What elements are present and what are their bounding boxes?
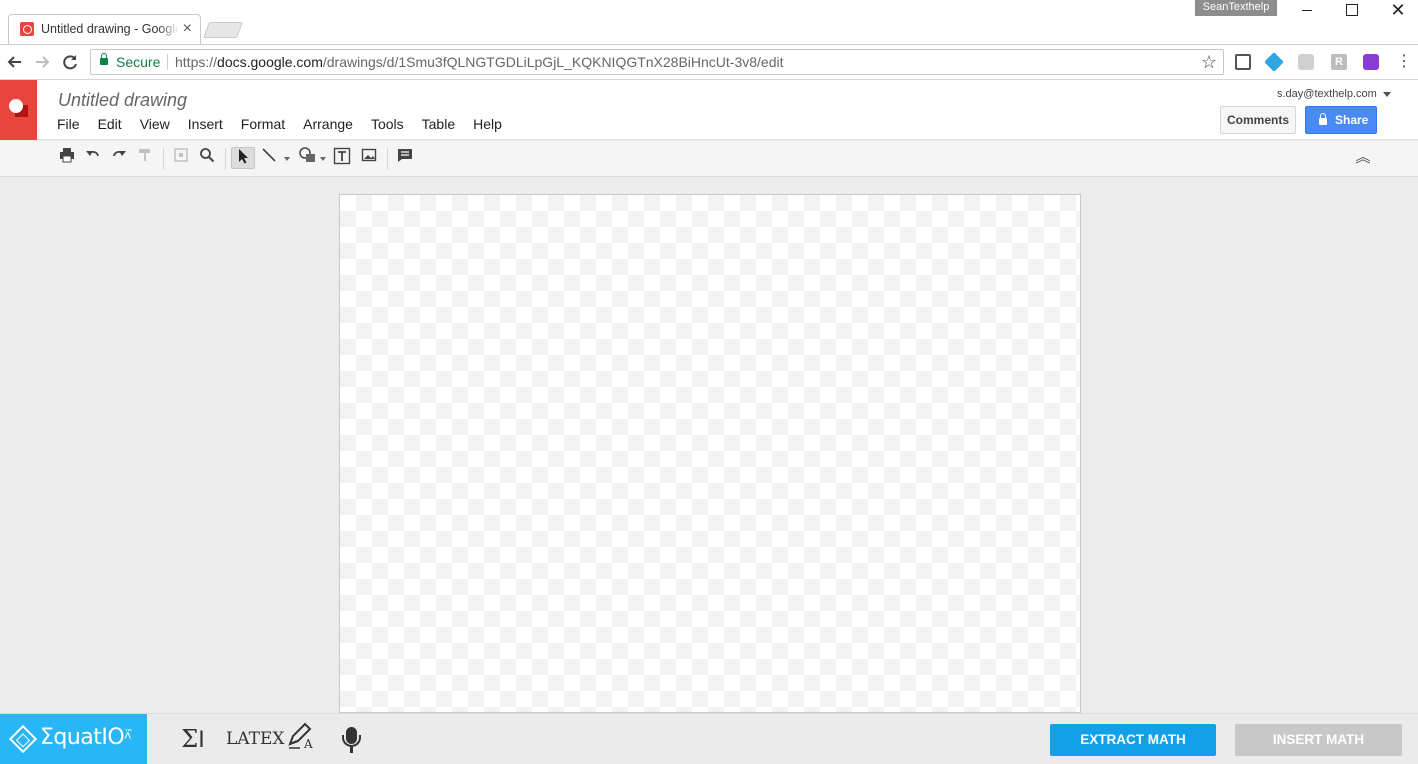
menu-format[interactable]: Format [232,115,294,135]
browser-tabstrip: Untitled drawing - Google Drawings × Sea… [0,0,1418,44]
line-dropdown-caret-icon[interactable] [284,157,290,161]
maximize-icon[interactable] [1329,0,1375,22]
redo-icon[interactable] [107,147,131,169]
menu-insert[interactable]: Insert [179,115,232,135]
comment-icon[interactable] [393,147,417,169]
cast-icon[interactable] [1235,54,1251,70]
toolbar-divider [163,148,164,170]
speech-input-icon[interactable] [338,722,366,756]
math-input-icon[interactable]: ΣI [178,722,208,756]
browser-menu-icon[interactable]: ⋮ [1396,52,1412,72]
extract-math-button[interactable]: EXTRACT MATH [1050,724,1216,756]
reload-icon[interactable] [59,51,81,73]
menu-tools[interactable]: Tools [362,115,413,135]
equatio-brand: ΣquatIO™ [40,725,133,750]
browser-tab[interactable]: Untitled drawing - Google Drawings × [8,14,201,44]
share-button[interactable]: Share [1305,106,1377,134]
zoom-fit-icon[interactable] [169,147,193,169]
minimize-icon[interactable] [1284,0,1330,22]
url-scheme: https:// [175,54,218,70]
forward-arrow-icon[interactable] [31,51,53,73]
url-text[interactable]: https://docs.google.com/drawings/d/1Smu3… [175,54,784,70]
extension-r-icon[interactable]: R [1331,54,1347,70]
workspace [0,178,1418,713]
document-title[interactable]: Untitled drawing [58,90,187,111]
extension-grey-icon[interactable] [1298,54,1314,70]
window-close-icon[interactable]: ✕ [1375,0,1418,22]
equatio-caret-icon: ˄ [124,728,132,743]
paint-format-icon[interactable] [133,147,157,169]
equatio-toolbar: ΣquatIO™ ˄ ΣI LATEX A EXTRACT MATH INSER… [0,713,1418,764]
select-cursor-icon[interactable] [231,147,255,169]
url-path: /drawings/d/1Smu3fQLNGTGDLiLpGjL_KQKNIQG… [322,54,784,70]
logo-circle [9,99,23,113]
toolbar-divider [225,148,226,170]
undo-icon[interactable] [81,147,105,169]
new-tab-button[interactable] [203,22,243,38]
cursor-glyph: I [198,728,205,753]
menu-bar: File Edit View Insert Format Arrange Too… [48,115,511,135]
toolbar-divider [387,148,388,170]
print-icon[interactable] [55,147,79,169]
url-host: docs.google.com [217,54,323,70]
extension-diamond-icon[interactable] [1264,52,1284,72]
menu-help[interactable]: Help [464,115,511,135]
lock-icon [100,53,108,65]
account-caret-icon[interactable] [1383,92,1391,97]
app-header: Untitled drawing File Edit View Insert F… [0,80,1418,140]
equatio-brand-name: ΣquatIO [40,725,125,750]
shape-tool-icon[interactable] [296,147,320,169]
mic-cup [342,735,361,747]
menu-table[interactable]: Table [413,115,464,135]
menu-arrange[interactable]: Arrange [294,115,362,135]
secure-label: Secure [116,54,161,70]
account-email[interactable]: s.day@texthelp.com [1277,88,1377,100]
menu-view[interactable]: View [131,115,179,135]
zoom-icon[interactable] [195,147,219,169]
menu-edit[interactable]: Edit [89,115,131,135]
share-lock-icon [1319,113,1327,125]
browser-toolbar: Secure https://docs.google.com/drawings/… [0,44,1418,80]
address-bar[interactable]: Secure https://docs.google.com/drawings/… [90,49,1224,75]
comments-button[interactable]: Comments [1220,106,1296,134]
collapse-toolbar-icon[interactable]: ︽ [1351,147,1375,169]
equatio-menu-button[interactable]: ΣquatIO™ ˄ [0,714,147,764]
line-tool-icon[interactable] [257,147,281,169]
drawing-toolbar: ︽ [0,141,1418,177]
extension-puzzle-icon[interactable] [1363,54,1379,70]
sigma-glyph: Σ [181,725,199,753]
shape-dropdown-caret-icon[interactable] [320,157,326,161]
image-icon[interactable] [357,147,381,169]
handwriting-icon[interactable]: A [284,722,318,756]
equatio-logo-icon [8,724,38,754]
back-arrow-icon[interactable] [4,51,26,73]
share-label: Share [1335,113,1369,127]
omnibox-divider [167,54,168,70]
mic-stem [350,747,353,753]
text-box-icon[interactable] [330,147,354,169]
profile-badge[interactable]: SeanTexthelp [1195,0,1277,16]
tab-close-icon[interactable]: × [183,19,192,39]
latex-icon[interactable]: LATEX [226,722,285,756]
bookmark-star-icon[interactable]: ☆ [1201,51,1217,73]
tab-title: Untitled drawing - Google Drawings [41,22,179,36]
svg-text:A: A [303,737,313,750]
drawings-logo-icon[interactable] [0,80,37,140]
drawings-favicon-icon [20,22,34,36]
menu-file[interactable]: File [48,115,89,135]
insert-math-button[interactable]: INSERT MATH [1235,724,1402,756]
drawing-canvas[interactable] [339,194,1081,713]
